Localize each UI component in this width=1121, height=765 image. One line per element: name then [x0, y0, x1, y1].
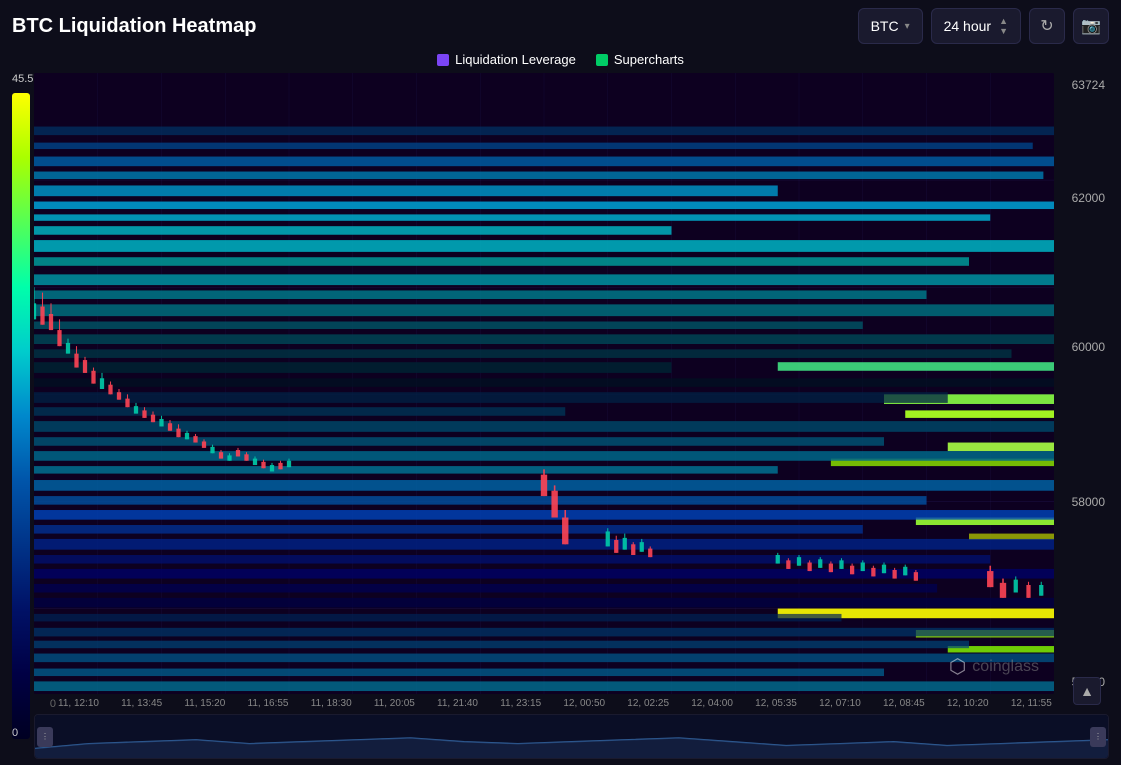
legend-label-supercharts: Supercharts [614, 52, 684, 67]
x-label-5: 11, 20:05 [374, 698, 415, 710]
legend: Liquidation Leverage Supercharts [12, 52, 1109, 67]
legend-label-liquidation: Liquidation Leverage [455, 52, 576, 67]
scroll-up-icon: ▲ [1080, 683, 1094, 699]
scroll-up-button[interactable]: ▲ [1073, 677, 1101, 705]
page-container: BTC Liquidation Heatmap BTC ▾ 24 hour ▲ … [0, 0, 1121, 765]
scroll-handle-right[interactable]: ⋮ [1090, 727, 1106, 747]
time-chevron-up-icon: ▲ [999, 17, 1008, 26]
scroll-handle-right-icon: ⋮ [1094, 732, 1102, 741]
x-label-8: 12, 00:50 [563, 698, 605, 710]
x-label-1: 11, 13:45 [121, 698, 162, 710]
x-label-3: 11, 16:55 [248, 698, 289, 710]
x-label-2: 11, 15:20 [184, 698, 225, 710]
chart-main: ⬡ coinglass ⬡ coinglass 63724 62000 6000… [34, 73, 1109, 759]
color-scale-bar [12, 93, 30, 739]
x-origin: 0 [34, 698, 56, 710]
watermark-text: coinglass [972, 658, 1039, 676]
legend-dot-supercharts [596, 54, 608, 66]
mini-chart[interactable]: ⋮ ⋮ [34, 714, 1109, 759]
header-controls: BTC ▾ 24 hour ▲ ▼ ↻ 📷 [858, 8, 1109, 44]
scale-label-bottom: 0 [12, 727, 18, 739]
refresh-button[interactable]: ↻ [1029, 8, 1065, 44]
legend-item-supercharts: Supercharts [596, 52, 684, 67]
x-label-4: 11, 18:30 [311, 698, 352, 710]
asset-chevron-icon: ▾ [905, 21, 910, 32]
legend-item-liquidation: Liquidation Leverage [437, 52, 576, 67]
color-scale: 45.57M 0 [12, 73, 30, 759]
x-label-6: 11, 21:40 [437, 698, 478, 710]
x-axis: 0 11, 12:10 11, 13:45 11, 15:20 11, 16:5… [34, 698, 1109, 710]
scroll-handle-left-icon: ⋮ [41, 732, 49, 741]
y-label-62000: 62000 [1072, 191, 1105, 205]
scroll-handle-left[interactable]: ⋮ [37, 727, 53, 747]
x-label-11: 12, 05:35 [755, 698, 797, 710]
time-chevron-down-icon: ▼ [999, 27, 1008, 36]
y-axis: 63724 62000 60000 58000 56000 [1054, 73, 1109, 694]
x-label-0: 11, 12:10 [58, 698, 99, 710]
legend-dot-liquidation [437, 54, 449, 66]
x-label-9: 12, 02:25 [627, 698, 669, 710]
asset-selector-value: BTC [871, 18, 899, 34]
heatmap-container[interactable]: ⬡ coinglass ⬡ coinglass [34, 73, 1054, 694]
time-selector[interactable]: 24 hour ▲ ▼ [931, 8, 1021, 44]
time-selector-value: 24 hour [944, 18, 991, 34]
page-title: BTC Liquidation Heatmap [12, 15, 256, 38]
watermark: ⬡ coinglass [949, 654, 1039, 679]
x-label-10: 12, 04:00 [691, 698, 733, 710]
asset-selector[interactable]: BTC ▾ [858, 8, 923, 44]
x-label-15: 12, 11:55 [1011, 698, 1052, 710]
y-label-63724: 63724 [1072, 78, 1105, 92]
screenshot-button[interactable]: 📷 [1073, 8, 1109, 44]
x-label-7: 11, 23:15 [500, 698, 541, 710]
chart-wrapper: 45.57M 0 [12, 73, 1109, 759]
x-label-12: 12, 07:10 [819, 698, 861, 710]
x-label-13: 12, 08:45 [883, 698, 925, 710]
header: BTC Liquidation Heatmap BTC ▾ 24 hour ▲ … [12, 8, 1109, 44]
refresh-icon: ↻ [1040, 16, 1053, 36]
camera-icon: 📷 [1081, 16, 1101, 36]
watermark-icon: ⬡ [949, 654, 966, 679]
heatmap-svg: ⬡ coinglass [34, 73, 1054, 694]
chart-and-yaxis: ⬡ coinglass ⬡ coinglass 63724 62000 6000… [34, 73, 1109, 694]
y-label-58000: 58000 [1072, 495, 1105, 509]
mini-chart-svg [35, 715, 1108, 758]
x-label-14: 12, 10:20 [947, 698, 989, 710]
y-label-60000: 60000 [1072, 340, 1105, 354]
